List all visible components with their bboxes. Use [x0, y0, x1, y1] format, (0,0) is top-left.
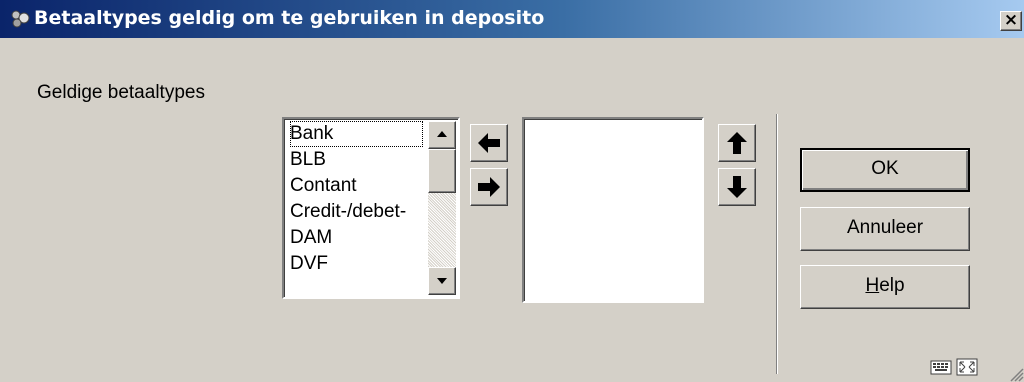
scroll-up-button[interactable]: [428, 121, 456, 149]
available-list[interactable]: Bank BLB Contant Credit-/debet- DAM DVF: [282, 117, 460, 299]
vertical-separator: [776, 114, 778, 374]
field-label: Geldige betaaltypes: [37, 82, 205, 103]
scroll-up-icon: [437, 131, 447, 137]
move-up-button[interactable]: [718, 124, 756, 162]
list-item[interactable]: BLB: [290, 147, 434, 173]
help-button[interactable]: Help: [800, 265, 970, 309]
list-item[interactable]: DVF: [290, 251, 434, 277]
arrow-left-icon: [478, 133, 500, 153]
selected-list[interactable]: [522, 117, 704, 303]
scroll-down-icon: [437, 278, 447, 284]
available-list-items: Bank BLB Contant Credit-/debet- DAM DVF: [290, 121, 434, 277]
close-button[interactable]: ×: [1000, 11, 1022, 31]
resize-grip-icon[interactable]: [1008, 366, 1024, 382]
vertical-scrollbar[interactable]: [428, 121, 456, 295]
close-icon: ×: [1003, 10, 1019, 30]
scroll-down-button[interactable]: [428, 267, 456, 295]
help-label: elp: [879, 275, 905, 296]
scroll-thumb[interactable]: [428, 149, 456, 193]
move-right-button[interactable]: [470, 168, 508, 206]
arrow-up-icon: [727, 132, 747, 154]
move-left-button[interactable]: [470, 124, 508, 162]
list-item[interactable]: Contant: [290, 173, 434, 199]
list-item[interactable]: Credit-/debet-: [290, 199, 434, 225]
cancel-button[interactable]: Annuleer: [800, 207, 970, 251]
move-down-button[interactable]: [718, 168, 756, 206]
arrow-down-icon: [727, 176, 747, 198]
title-bar[interactable]: Betaaltypes geldig om te gebruiken in de…: [0, 0, 1024, 38]
list-item[interactable]: Bank: [290, 121, 423, 147]
list-item[interactable]: DAM: [290, 225, 434, 251]
dialog-body: Geldige betaaltypes Bank BLB Contant Cre…: [0, 38, 1024, 382]
help-mnemonic: H: [865, 275, 880, 296]
ok-button[interactable]: OK: [800, 148, 970, 192]
arrow-right-icon: [478, 177, 500, 197]
keyboard-icon[interactable]: [930, 358, 952, 376]
window-title: Betaaltypes geldig om te gebruiken in de…: [34, 7, 545, 29]
app-icon: [11, 10, 30, 28]
resize-icon[interactable]: [956, 358, 978, 376]
